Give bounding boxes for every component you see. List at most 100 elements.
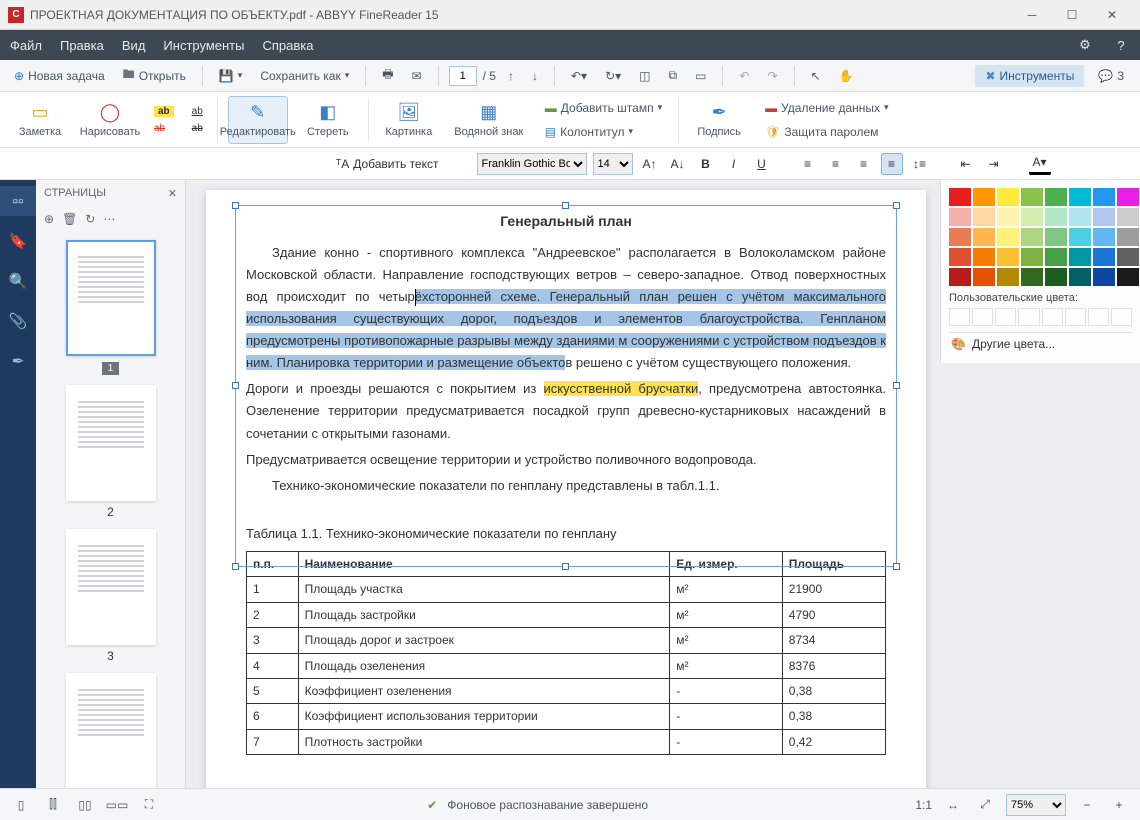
draw-button[interactable]: ◯Нарисовать: [80, 96, 140, 144]
watermark-button[interactable]: ▦Водяной знак: [449, 96, 529, 144]
color-swatch[interactable]: [949, 248, 971, 266]
header-button[interactable]: ▤Колонтитул▾: [539, 122, 668, 142]
sign-button[interactable]: ✒Подпись: [689, 96, 749, 144]
thumbnail-1[interactable]: 1: [61, 240, 161, 375]
align-left-button[interactable]: ≡: [797, 153, 819, 175]
thumbnail-2[interactable]: 2: [61, 385, 161, 519]
mail-button[interactable]: ✉: [406, 66, 428, 86]
protect-button[interactable]: 🛡Защита паролем: [759, 122, 894, 142]
add-text-button[interactable]: ᵀAДобавить текст: [330, 153, 445, 175]
color-swatch[interactable]: [1069, 188, 1091, 206]
color-swatch[interactable]: [1021, 228, 1043, 246]
color-swatch[interactable]: [1093, 228, 1115, 246]
zoom-out-button[interactable]: −: [1076, 794, 1098, 816]
custom-color-slot[interactable]: [1018, 308, 1039, 326]
color-swatch[interactable]: [1021, 188, 1043, 206]
menu-tools[interactable]: Инструменты: [163, 38, 244, 53]
color-swatch[interactable]: [997, 228, 1019, 246]
indent-increase-button[interactable]: ⇥: [983, 153, 1005, 175]
thumbnail-3[interactable]: 3: [61, 529, 161, 663]
custom-color-slot[interactable]: [1088, 308, 1109, 326]
color-swatch[interactable]: [1069, 208, 1091, 226]
custom-color-slot[interactable]: [1111, 308, 1132, 326]
font-color-button[interactable]: A▾: [1029, 153, 1051, 175]
underline-button[interactable]: U: [751, 153, 773, 175]
decrease-font-button[interactable]: A↓: [667, 153, 689, 175]
strikethrough-button[interactable]: ab: [150, 121, 178, 136]
redo-button[interactable]: ↷: [761, 66, 783, 86]
highlight-yellow-button[interactable]: ab: [150, 104, 178, 119]
indent-decrease-button[interactable]: ⇤: [955, 153, 977, 175]
custom-color-slot[interactable]: [972, 308, 993, 326]
color-swatch[interactable]: [1117, 268, 1139, 286]
strikethrough2-button[interactable]: ab: [188, 121, 207, 136]
color-swatch[interactable]: [1093, 248, 1115, 266]
fit-width-button[interactable]: ↔: [942, 794, 964, 816]
color-swatch[interactable]: [997, 268, 1019, 286]
color-swatch[interactable]: [997, 208, 1019, 226]
color-swatch[interactable]: [949, 268, 971, 286]
color-swatch[interactable]: [1021, 268, 1043, 286]
hand-button[interactable]: ✋: [833, 66, 860, 86]
color-swatch[interactable]: [1093, 188, 1115, 206]
menu-view[interactable]: Вид: [122, 38, 146, 53]
bold-button[interactable]: B: [695, 153, 717, 175]
note-button[interactable]: ▭Заметка: [10, 96, 70, 144]
more-button[interactable]: ⋯: [103, 212, 115, 226]
color-swatch[interactable]: [1021, 248, 1043, 266]
pointer-button[interactable]: ↖: [805, 66, 827, 86]
minimize-button[interactable]: ─: [1012, 2, 1052, 28]
rotate-page-button[interactable]: ↻: [85, 212, 95, 226]
custom-color-slot[interactable]: [1065, 308, 1086, 326]
thumbnail-4[interactable]: 4: [61, 673, 161, 788]
close-panel-button[interactable]: ✕: [168, 187, 177, 200]
zoom-select[interactable]: 75%: [1006, 794, 1066, 816]
split-button[interactable]: ▭: [689, 66, 712, 86]
erase-button[interactable]: ◧Стереть: [298, 96, 358, 144]
color-swatch[interactable]: [973, 208, 995, 226]
rotate-right-button[interactable]: ↻▾: [599, 66, 627, 86]
color-swatch[interactable]: [997, 188, 1019, 206]
save-as-button[interactable]: Сохранить как▾: [254, 66, 355, 86]
color-swatch[interactable]: [1045, 248, 1067, 266]
rotate-left-button[interactable]: ↶▾: [565, 66, 593, 86]
italic-button[interactable]: I: [723, 153, 745, 175]
pages-tab[interactable]: ▫▫: [0, 186, 36, 216]
color-swatch[interactable]: [1117, 228, 1139, 246]
font-select[interactable]: Franklin Gothic Book: [477, 153, 587, 175]
menu-help[interactable]: Справка: [262, 38, 313, 53]
line-spacing-button[interactable]: ↕≡: [909, 153, 931, 175]
undo-button[interactable]: ↶: [733, 66, 755, 86]
color-swatch[interactable]: [1117, 188, 1139, 206]
delete-data-button[interactable]: ▬Удаление данных▾: [759, 98, 894, 118]
fullscreen-button[interactable]: ⛶: [138, 794, 160, 816]
color-swatch[interactable]: [1093, 268, 1115, 286]
color-swatch[interactable]: [949, 228, 971, 246]
zoom-in-button[interactable]: +: [1108, 794, 1130, 816]
color-swatch[interactable]: [973, 228, 995, 246]
add-page-button[interactable]: ⊕: [44, 212, 54, 226]
align-right-button[interactable]: ≡: [853, 153, 875, 175]
picture-button[interactable]: 🖼Картинка: [379, 96, 439, 144]
underline-button[interactable]: ab: [188, 104, 207, 119]
custom-color-slot[interactable]: [995, 308, 1016, 326]
maximize-button[interactable]: ☐: [1052, 2, 1092, 28]
extract-button[interactable]: ⧉: [662, 65, 683, 86]
align-justify-button[interactable]: ≡: [881, 153, 903, 175]
stamp-button[interactable]: ▬Добавить штамп▾: [539, 98, 668, 118]
color-swatch[interactable]: [973, 268, 995, 286]
menu-file[interactable]: Файл: [10, 38, 42, 53]
increase-font-button[interactable]: A↑: [639, 153, 661, 175]
fit-page-button[interactable]: ⤢: [974, 794, 996, 816]
new-task-button[interactable]: ⊕Новая задача: [8, 66, 111, 86]
signatures-tab[interactable]: ✒: [0, 346, 36, 376]
color-swatch[interactable]: [1045, 208, 1067, 226]
comments-button[interactable]: 💬3: [1090, 65, 1132, 87]
settings-icon[interactable]: ⚙: [1076, 36, 1094, 54]
open-button[interactable]: 🖿Открыть: [117, 62, 192, 89]
instruments-button[interactable]: ✖Инструменты: [975, 65, 1084, 87]
close-button[interactable]: ✕: [1092, 2, 1132, 28]
page-canvas[interactable]: Генеральный план Здание конно - спортивн…: [186, 180, 1140, 788]
color-swatch[interactable]: [997, 248, 1019, 266]
single-page-view-button[interactable]: ▯: [10, 794, 32, 816]
